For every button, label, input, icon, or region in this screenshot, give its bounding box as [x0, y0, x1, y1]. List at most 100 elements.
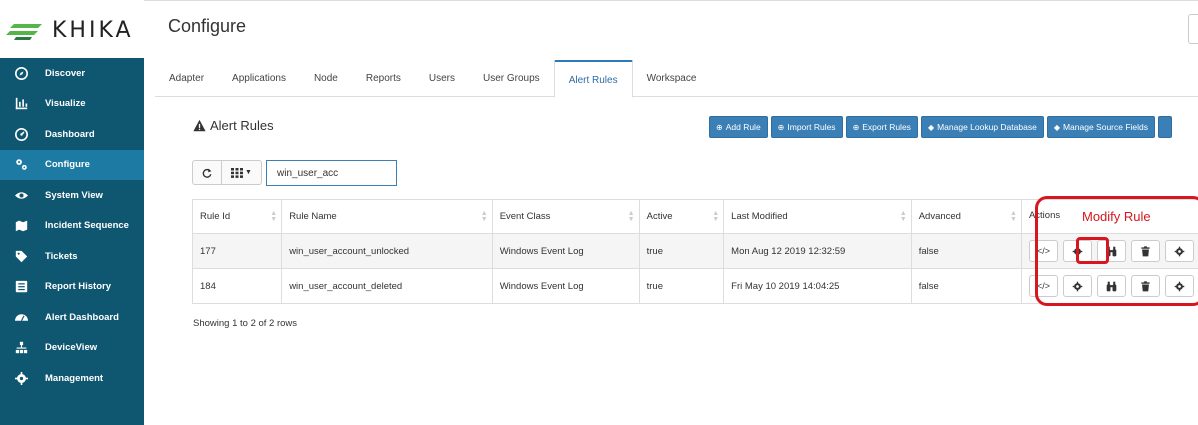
page-title: Configure — [168, 16, 247, 36]
sidebar-item-label: Visualize — [45, 98, 86, 110]
sidebar-item-discover[interactable]: Discover — [0, 58, 144, 89]
tab-users[interactable]: Users — [415, 60, 469, 97]
add-rule-button[interactable]: ⊕ Add Rule — [709, 116, 768, 138]
sort-icon: ▲ ▼ — [270, 210, 278, 223]
toolbar: ⊕ Add Rule ⊕ Import Rules ⊕ Export Rules ◆ M… — [709, 116, 1173, 138]
pagination-info: Showing 1 to 2 of 2 rows — [193, 318, 298, 329]
manage-lookup-button[interactable]: ◆ Manage Lookup Database — [920, 116, 1044, 138]
import-rules-label: Import Rules — [787, 122, 836, 132]
dashboard-icon — [13, 126, 29, 142]
sitemap-icon — [13, 340, 29, 356]
table-tools: ▼ — [192, 160, 262, 185]
cell-event-class: Windows Event Log — [492, 233, 640, 269]
section-title: Alert Rules — [193, 118, 274, 133]
header-label: Rule Id — [200, 211, 231, 222]
eye-icon — [13, 187, 29, 203]
sidebar-item-label: Report History — [45, 281, 111, 293]
warning-icon — [193, 119, 206, 132]
sidebar-item-deviceview[interactable]: DeviceView — [0, 333, 144, 364]
column-header-rule-id[interactable]: Rule Id ▲ ▼ — [191, 199, 283, 234]
sidebar: Discover Visualize Dashboard Configure S… — [0, 58, 144, 425]
manage-source-fields-label: Manage Source Fields — [1062, 122, 1149, 132]
column-header-rule-name[interactable]: Rule Name ▲ ▼ — [281, 199, 493, 234]
tab-workspace[interactable]: Workspace — [633, 60, 711, 97]
cell-rule-name: win_user_account_unlocked — [281, 233, 493, 269]
header-label: Event Class — [499, 211, 551, 222]
list-icon — [13, 279, 29, 295]
sidebar-item-label: Dashboard — [45, 128, 95, 140]
sort-icon: ▲ ▼ — [480, 210, 488, 223]
gears-icon — [13, 157, 29, 173]
gear-icon — [13, 370, 29, 386]
cell-advanced: false — [911, 268, 1022, 304]
tachometer-icon — [13, 309, 29, 325]
cell-rule-id: 177 — [191, 233, 283, 269]
sidebar-item-label: Incident Sequence — [45, 220, 129, 232]
tab-alert-rules[interactable]: Alert Rules — [553, 60, 633, 98]
logo-mark-icon — [6, 24, 42, 40]
section-title-text: Alert Rules — [210, 118, 274, 133]
tab-adapter[interactable]: Adapter — [155, 60, 218, 97]
sidebar-item-label: DeviceView — [45, 342, 98, 354]
export-rules-button[interactable]: ⊕ Export Rules — [845, 116, 918, 138]
cell-event-class: Windows Event Log — [492, 268, 640, 304]
header-label: Advanced — [918, 211, 961, 222]
sort-icon: ▲ ▼ — [899, 210, 907, 223]
tag-icon — [13, 248, 29, 264]
tab-bar: Adapter Applications Node Reports Users … — [155, 60, 1198, 98]
bar-chart-icon — [13, 96, 29, 112]
tab-applications[interactable]: Applications — [218, 60, 300, 97]
import-rules-button[interactable]: ⊕ Import Rules — [770, 116, 843, 138]
sidebar-item-label: Alert Dashboard — [45, 311, 119, 323]
sidebar-item-system-view[interactable]: System View — [0, 180, 144, 211]
compass-icon — [13, 65, 29, 81]
tag-icon: ◆ — [1053, 122, 1060, 132]
sidebar-item-visualize[interactable]: Visualize — [0, 89, 144, 120]
tag-icon: ◆ — [927, 122, 935, 132]
header-border — [144, 0, 1198, 1]
cell-last-modified: Fri May 10 2019 14:04:25 — [723, 268, 912, 304]
header-label: Active — [646, 211, 673, 222]
columns-dropdown-button[interactable]: ▼ — [222, 160, 262, 185]
sidebar-item-label: Tickets — [45, 250, 78, 262]
sidebar-item-label: Configure — [45, 159, 90, 171]
more-button[interactable] — [1158, 116, 1173, 138]
annotation-highlight — [1076, 237, 1109, 264]
caret-down-icon: ▼ — [245, 169, 252, 176]
column-header-last-modified[interactable]: Last Modified ▲ ▼ — [723, 199, 912, 234]
sidebar-item-dashboard[interactable]: Dashboard — [0, 119, 144, 150]
annotation-label: Modify Rule — [1082, 209, 1151, 224]
column-header-active[interactable]: Active ▲ ▼ — [639, 199, 725, 234]
tab-user-groups[interactable]: User Groups — [469, 60, 554, 97]
sidebar-item-configure[interactable]: Configure — [0, 149, 144, 180]
sort-icon: ▲ ▼ — [712, 210, 720, 223]
sidebar-item-report-history[interactable]: Report History — [0, 272, 144, 303]
sidebar-item-alert-dashboard[interactable]: Alert Dashboard — [0, 302, 144, 333]
column-header-advanced[interactable]: Advanced ▲ ▼ — [911, 199, 1022, 234]
map-icon — [13, 218, 29, 234]
header-label: Last Modified — [731, 211, 788, 222]
logo-text: KHIKA — [52, 18, 134, 43]
add-rule-label: Add Rule — [725, 122, 761, 132]
export-rules-label: Export Rules — [862, 122, 911, 132]
sort-icon: ▲ ▼ — [1010, 210, 1017, 223]
search-input[interactable] — [266, 160, 397, 186]
tab-reports[interactable]: Reports — [352, 60, 415, 97]
sidebar-item-label: Management — [45, 372, 104, 384]
cell-rule-id: 184 — [191, 268, 283, 304]
sidebar-item-tickets[interactable]: Tickets — [0, 241, 144, 272]
sidebar-item-management[interactable]: Management — [0, 363, 144, 394]
cell-last-modified: Mon Aug 12 2019 12:32:59 — [723, 233, 912, 269]
cell-advanced: false — [911, 233, 1022, 269]
manage-source-fields-button[interactable]: ◆ Manage Source Fields — [1046, 116, 1156, 138]
refresh-button[interactable] — [192, 160, 222, 185]
plus-circle-icon: ⊕ — [716, 122, 723, 132]
sidebar-item-incident-sequence[interactable]: Incident Sequence — [0, 211, 144, 242]
sort-icon: ▲ ▼ — [627, 210, 635, 223]
manage-lookup-label: Manage Lookup Database — [937, 122, 1037, 132]
tab-node[interactable]: Node — [300, 60, 352, 97]
cell-active: true — [639, 268, 725, 304]
sidebar-item-label: System View — [45, 189, 103, 201]
header-control[interactable] — [1188, 14, 1198, 44]
column-header-event-class[interactable]: Event Class ▲ ▼ — [492, 199, 640, 234]
